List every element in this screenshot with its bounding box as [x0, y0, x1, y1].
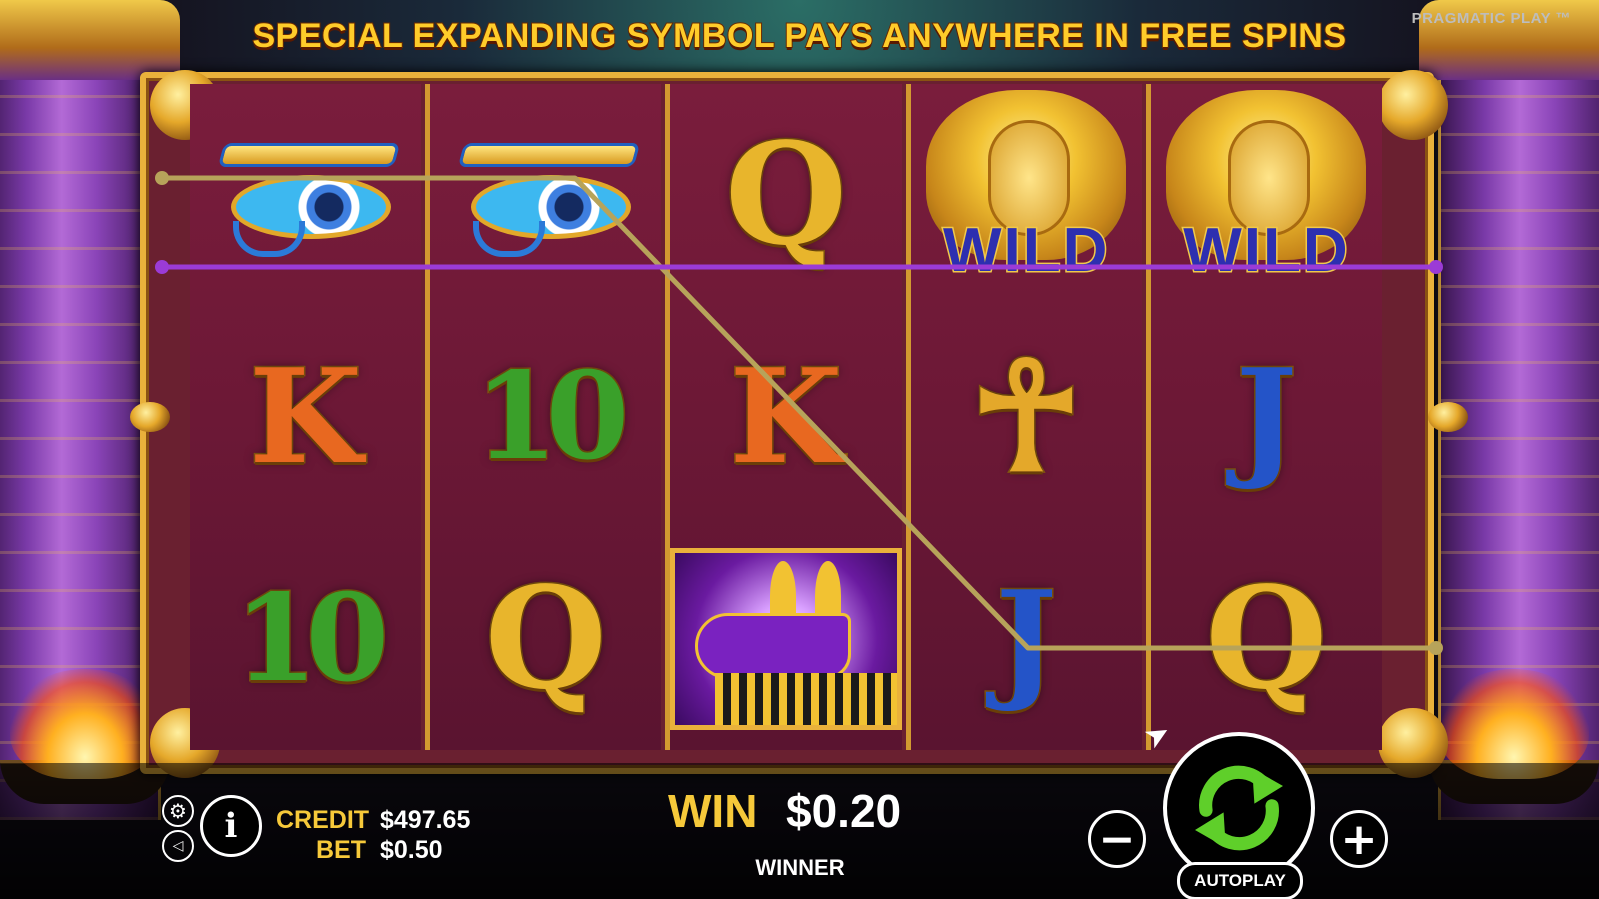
cell-k: K — [670, 306, 901, 528]
k-symbol: K — [728, 340, 844, 493]
win-value: $0.20 — [786, 785, 902, 837]
q-symbol: Q — [483, 557, 608, 721]
reel-5: WILD J Q — [1145, 84, 1383, 750]
q-symbol: Q — [1204, 557, 1329, 721]
eye-of-horus-symbol — [211, 135, 401, 257]
ten-symbol: 10 — [233, 568, 391, 709]
info-icon: i — [224, 806, 238, 846]
cell-eye — [430, 84, 661, 306]
win-label: WIN — [668, 785, 758, 837]
cell-eye — [190, 84, 421, 306]
cell-10: 10 — [430, 306, 661, 528]
speaker-icon: ◁ — [172, 838, 184, 854]
eye-of-horus-symbol — [451, 135, 641, 257]
reel-2: 10 Q — [425, 84, 662, 750]
status-text: WINNER — [755, 855, 845, 880]
plus-icon: + — [1340, 813, 1378, 865]
cell-10: 10 — [190, 528, 421, 750]
decrease-bet-button[interactable]: − — [1088, 810, 1146, 868]
cell-anubis — [670, 528, 902, 750]
cell-ankh: ☥ — [911, 306, 1142, 528]
autoplay-button[interactable]: AUTOPLAY — [1177, 862, 1303, 899]
frame-ornament-top-right — [1378, 70, 1448, 140]
j-symbol: J — [994, 562, 1058, 715]
cell-j: J — [911, 528, 1142, 750]
gear-icon: ⚙ — [169, 799, 187, 823]
credit-label: CREDIT — [276, 806, 370, 834]
bet-value: $0.50 — [380, 836, 443, 864]
info-button[interactable]: i — [200, 795, 262, 857]
cell-k: K — [190, 306, 421, 528]
credit-value: $497.65 — [380, 806, 471, 834]
settings-button[interactable]: ⚙ — [162, 795, 194, 827]
cell-q: Q — [1151, 528, 1382, 750]
ankh-symbol: ☥ — [969, 329, 1084, 505]
bet-label: BET — [316, 836, 366, 864]
spin-arrows-icon — [1195, 765, 1283, 851]
frame-ornament-right — [1428, 402, 1468, 432]
j-symbol: J — [1234, 340, 1298, 493]
sound-button[interactable]: ◁ — [162, 830, 194, 862]
wild-scarab-symbol: WILD — [916, 90, 1136, 300]
cell-q: Q — [430, 528, 661, 750]
ten-symbol: 10 — [473, 346, 631, 487]
k-symbol: K — [248, 340, 364, 493]
reel-1: K 10 — [190, 84, 422, 750]
frame-ornament-left — [130, 402, 170, 432]
game-scene: K 10 10 Q Q K WILD ☥ J WILD J Q SPECIAL … — [0, 0, 1599, 899]
reel-grid: K 10 10 Q Q K WILD ☥ J WILD J Q — [190, 84, 1383, 750]
cell-j: J — [1151, 306, 1382, 528]
cell-wild: WILD — [911, 84, 1142, 306]
cell-wild: WILD — [1151, 84, 1382, 306]
reel-4: WILD ☥ J — [905, 84, 1142, 750]
feature-banner: SPECIAL EXPANDING SYMBOL PAYS ANYWHERE I… — [251, 16, 1347, 56]
wild-scarab-symbol: WILD — [1156, 90, 1376, 300]
increase-bet-button[interactable]: + — [1330, 810, 1388, 868]
brand-logo: PRAGMATIC PLAY ™ — [1411, 10, 1571, 27]
anubis-symbol — [670, 548, 902, 730]
cell-q: Q — [670, 84, 901, 306]
q-symbol: Q — [724, 113, 849, 277]
minus-icon: − — [1098, 813, 1136, 865]
reel-3: Q K — [665, 84, 902, 750]
